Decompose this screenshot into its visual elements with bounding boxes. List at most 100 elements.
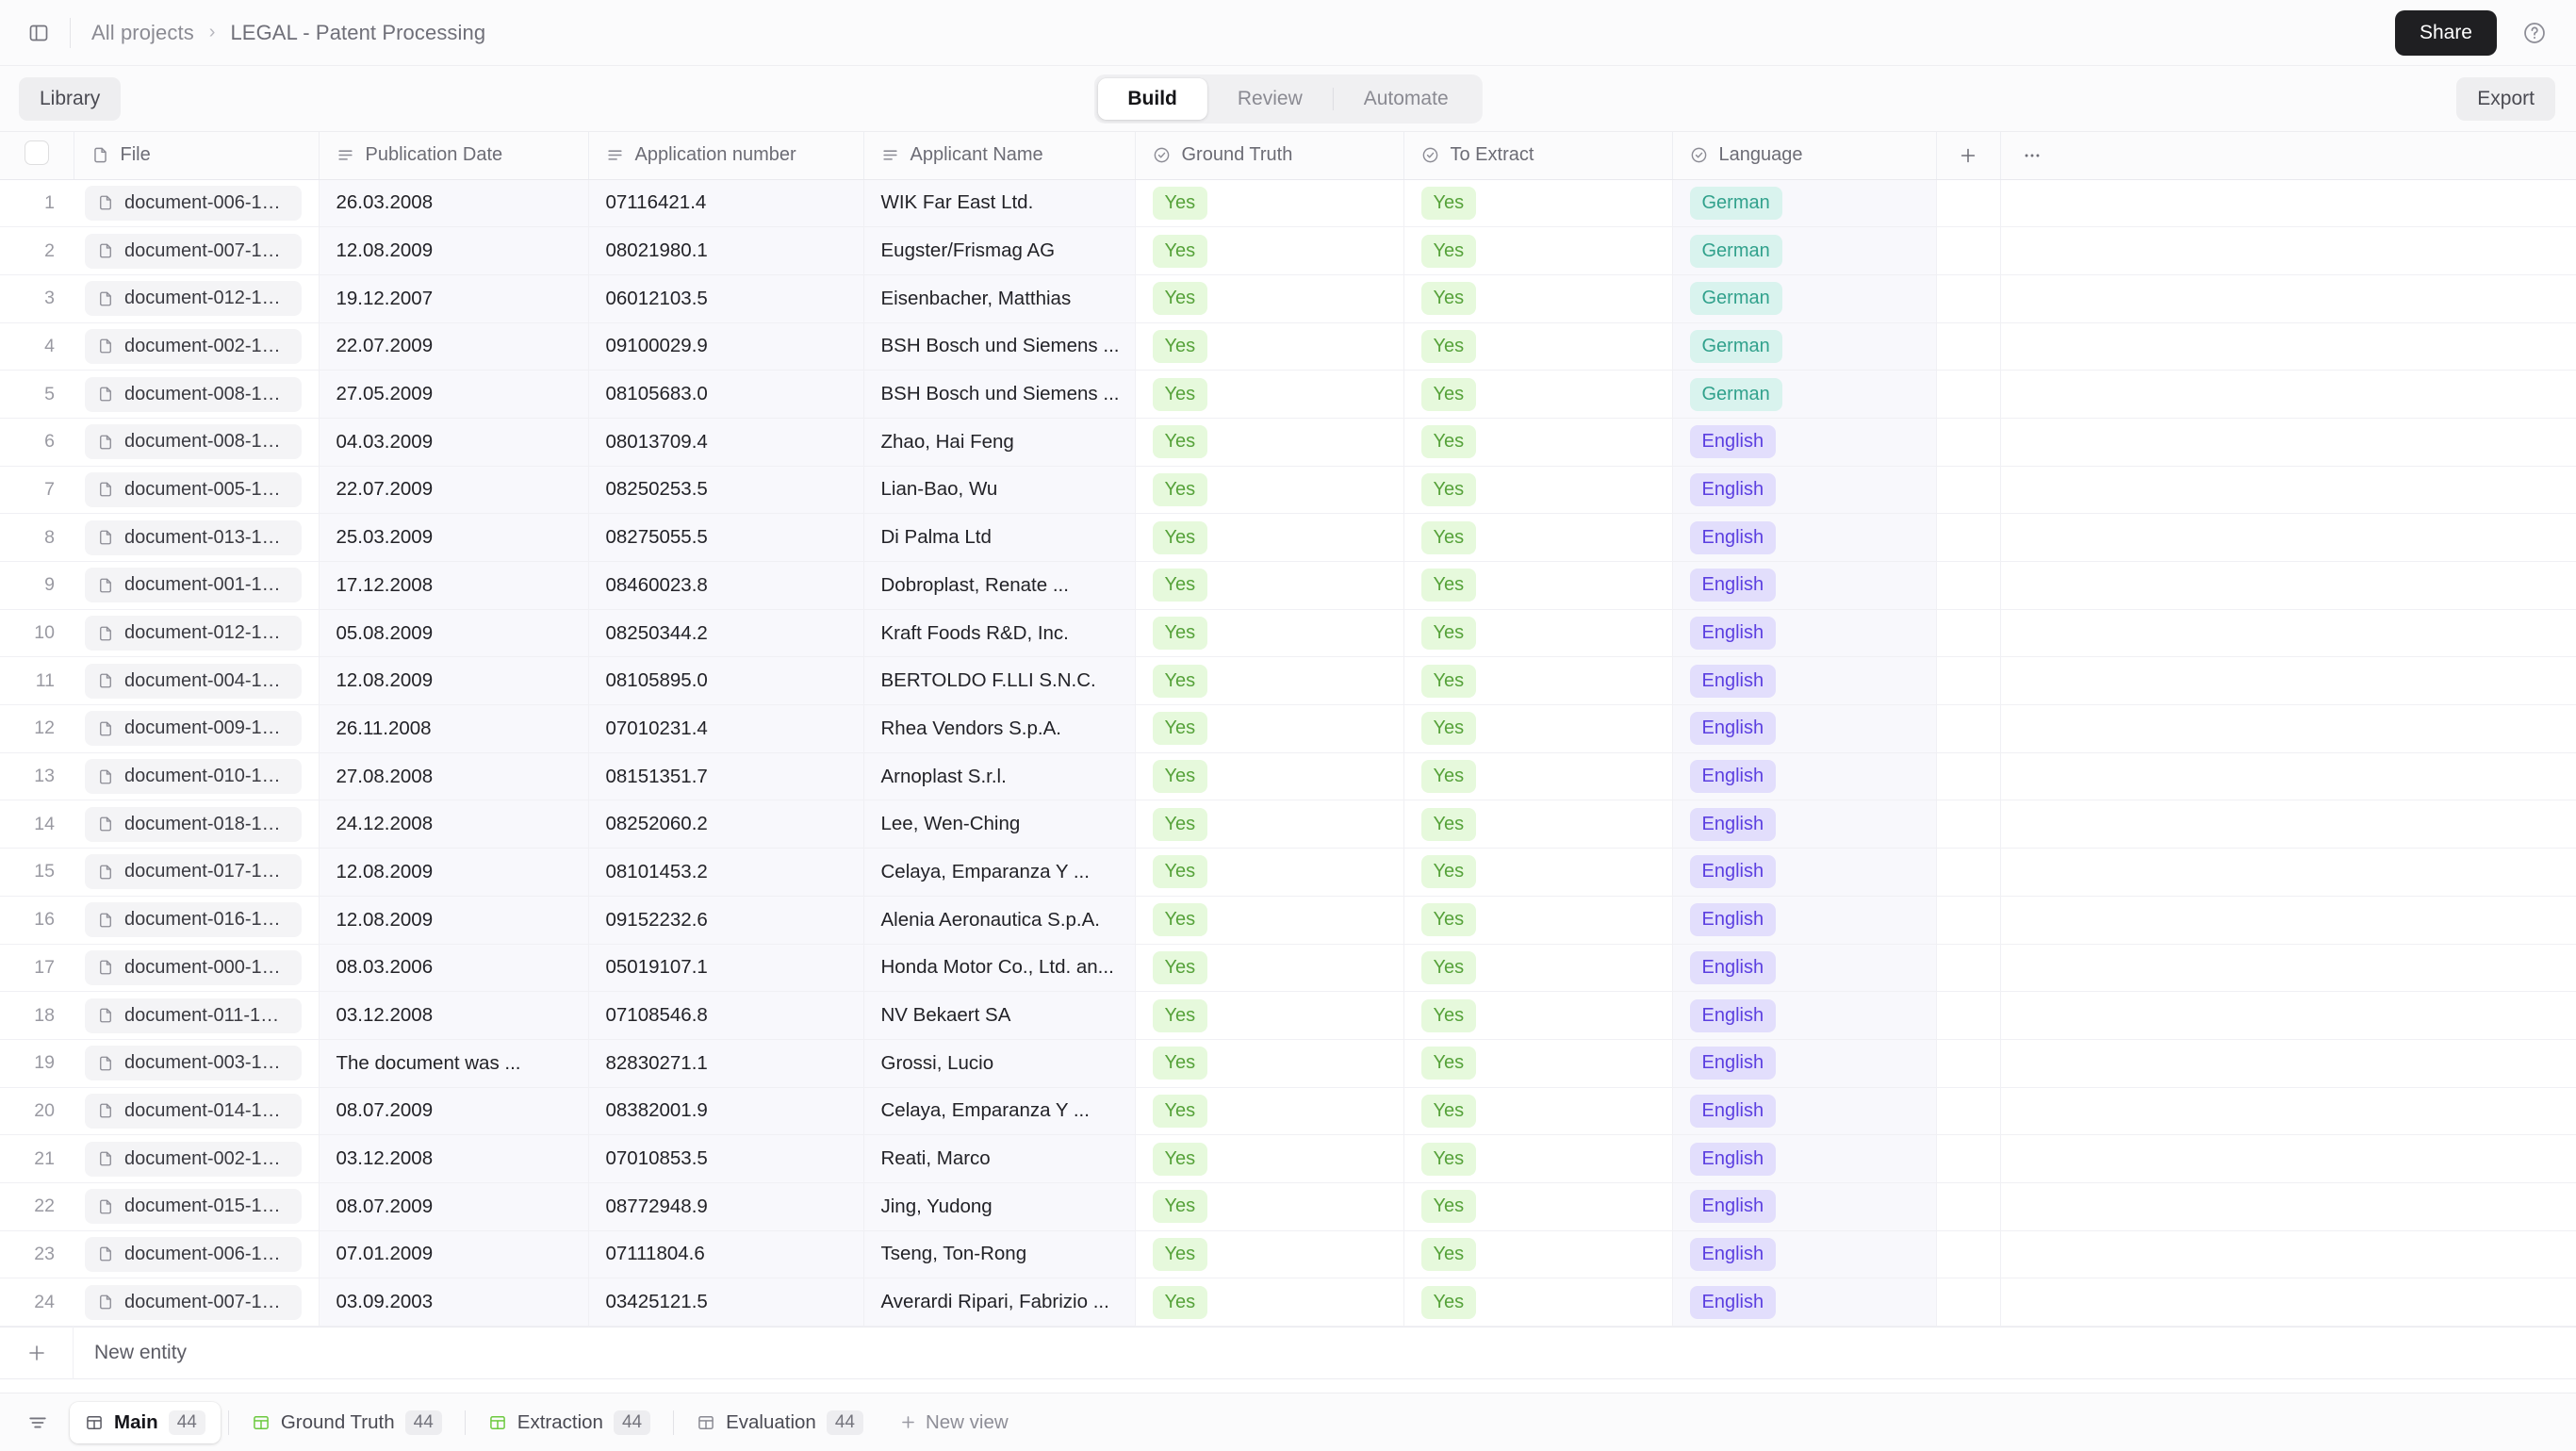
table-row[interactable]: 16 document-016-10212... 12.08.20090915223… (0, 896, 2576, 945)
cell-to-extract[interactable]: Yes (1403, 848, 1673, 897)
cell-language[interactable]: English (1672, 418, 1937, 467)
cell-application-number[interactable]: 08105895.0 (588, 656, 864, 706)
cell-to-extract[interactable]: Yes (1403, 179, 1673, 228)
cell-file[interactable]: document-008-10376... (74, 370, 320, 419)
cell-to-extract[interactable]: Yes (1403, 513, 1673, 562)
file-chip[interactable]: document-002-10321... (85, 328, 302, 364)
cell-language[interactable]: English (1672, 609, 1937, 658)
cell-ground-truth[interactable]: Yes (1135, 1278, 1404, 1327)
cell-to-extract[interactable]: Yes (1403, 466, 1673, 515)
cell-applicant-name[interactable]: Lian-Bao, Wu (863, 466, 1136, 515)
file-chip[interactable]: document-016-10212... (85, 902, 302, 938)
table-row[interactable]: 23 document-006-10116... 07.01.20090711180… (0, 1230, 2576, 1279)
file-chip[interactable]: document-008-10376... (85, 376, 302, 412)
cell-file[interactable]: document-007-10366... (74, 226, 320, 275)
add-column-button[interactable] (1936, 132, 2001, 180)
file-chip[interactable]: document-014-10194... (85, 1093, 302, 1129)
table-row[interactable]: 1 document-006-1035... 26.03.200807116421.… (0, 179, 2576, 228)
table-row[interactable]: 22 document-015-10202... 08.07.20090877294… (0, 1182, 2576, 1231)
cell-to-extract[interactable]: Yes (1403, 274, 1673, 323)
column-header-language[interactable]: Language (1672, 132, 1937, 180)
cell-to-extract[interactable]: Yes (1403, 226, 1673, 275)
cell-to-extract[interactable]: Yes (1403, 1230, 1673, 1279)
cell-to-extract[interactable]: Yes (1403, 1182, 1673, 1231)
column-header-publication-date[interactable]: Publication Date (319, 132, 589, 180)
table-row[interactable]: 14 document-018-10230... 24.12.20080825206… (0, 800, 2576, 849)
cell-file[interactable]: document-012-10163... (74, 609, 320, 658)
sidebar-toggle-button[interactable] (19, 13, 58, 53)
cell-application-number[interactable]: 05019107.1 (588, 944, 864, 993)
cell-file[interactable]: document-000-1006... (74, 944, 320, 993)
filter-button[interactable] (19, 1404, 57, 1442)
cell-application-number[interactable]: 08101453.2 (588, 848, 864, 897)
table-row[interactable]: 20 document-014-10194... 08.07.20090838200… (0, 1087, 2576, 1136)
file-chip[interactable]: document-013-10173... (85, 519, 302, 555)
cell-ground-truth[interactable]: Yes (1135, 226, 1404, 275)
cell-language[interactable]: English (1672, 1230, 1937, 1279)
cell-to-extract[interactable]: Yes (1403, 1039, 1673, 1088)
cell-file[interactable]: document-009-10138... (74, 704, 320, 753)
cell-language[interactable]: German (1672, 179, 1937, 228)
cell-applicant-name[interactable]: Eisenbacher, Matthias (863, 274, 1136, 323)
file-chip[interactable]: document-011-101573... (85, 998, 302, 1033)
cell-application-number[interactable]: 07010231.4 (588, 704, 864, 753)
file-chip[interactable]: document-001-10075... (85, 568, 302, 603)
cell-publication-date[interactable]: 19.12.2007 (319, 274, 589, 323)
cell-applicant-name[interactable]: Kraft Foods R&D, Inc. (863, 609, 1136, 658)
cell-applicant-name[interactable]: BSH Bosch und Siemens ... (863, 370, 1136, 419)
cell-publication-date[interactable]: 12.08.2009 (319, 226, 589, 275)
cell-application-number[interactable]: 07108546.8 (588, 991, 864, 1040)
cell-ground-truth[interactable]: Yes (1135, 656, 1404, 706)
column-header-ground-truth[interactable]: Ground Truth (1135, 132, 1404, 180)
cell-language[interactable]: German (1672, 322, 1937, 371)
file-chip[interactable]: document-008-10131... (85, 424, 302, 460)
cell-language[interactable]: English (1672, 800, 1937, 849)
cell-file[interactable]: document-013-10173... (74, 513, 320, 562)
view-tab-evaluation[interactable]: Evaluation 44 (681, 1402, 878, 1443)
view-tab-main[interactable]: Main 44 (70, 1401, 221, 1443)
cell-to-extract[interactable]: Yes (1403, 561, 1673, 610)
file-chip[interactable]: document-010-10147... (85, 759, 302, 795)
cell-ground-truth[interactable]: Yes (1135, 848, 1404, 897)
cell-application-number[interactable]: 08013709.4 (588, 418, 864, 467)
table-row[interactable]: 11 document-004-10100... 12.08.20090810589… (0, 656, 2576, 706)
cell-to-extract[interactable]: Yes (1403, 1278, 1673, 1327)
cell-to-extract[interactable]: Yes (1403, 1087, 1673, 1136)
cell-ground-truth[interactable]: Yes (1135, 274, 1404, 323)
cell-publication-date[interactable]: 05.08.2009 (319, 609, 589, 658)
file-chip[interactable]: document-012-10408... (85, 281, 302, 317)
cell-applicant-name[interactable]: Reati, Marco (863, 1134, 1136, 1183)
view-tab-ground-truth[interactable]: Ground Truth 44 (237, 1402, 457, 1443)
cell-applicant-name[interactable]: Averardi Ripari, Fabrizio ... (863, 1278, 1136, 1327)
tab-automate[interactable]: Automate (1334, 78, 1479, 120)
table-row[interactable]: 15 document-017-10222... 12.08.20090810145… (0, 848, 2576, 897)
cell-ground-truth[interactable]: Yes (1135, 944, 1404, 993)
column-header-application-number[interactable]: Application number (588, 132, 864, 180)
cell-to-extract[interactable]: Yes (1403, 944, 1673, 993)
cell-file[interactable]: document-004-10100... (74, 656, 320, 706)
cell-publication-date[interactable]: 03.12.2008 (319, 1134, 589, 1183)
cell-language[interactable]: English (1672, 1134, 1937, 1183)
cell-ground-truth[interactable]: Yes (1135, 704, 1404, 753)
cell-ground-truth[interactable]: Yes (1135, 1182, 1404, 1231)
cell-language[interactable]: German (1672, 226, 1937, 275)
cell-ground-truth[interactable]: Yes (1135, 1087, 1404, 1136)
cell-file[interactable]: document-003-1009... (74, 1039, 320, 1088)
cell-to-extract[interactable]: Yes (1403, 991, 1673, 1040)
cell-language[interactable]: English (1672, 561, 1937, 610)
file-chip[interactable]: document-006-10116... (85, 1236, 302, 1272)
cell-application-number[interactable]: 08460023.8 (588, 561, 864, 610)
cell-publication-date[interactable]: 08.07.2009 (319, 1182, 589, 1231)
cell-applicant-name[interactable]: Tseng, Ton-Rong (863, 1230, 1136, 1279)
cell-language[interactable]: English (1672, 1278, 1937, 1327)
cell-ground-truth[interactable]: Yes (1135, 179, 1404, 228)
file-chip[interactable]: document-017-10222... (85, 854, 302, 890)
cell-applicant-name[interactable]: NV Bekaert SA (863, 991, 1136, 1040)
cell-applicant-name[interactable]: Honda Motor Co., Ltd. an... (863, 944, 1136, 993)
cell-application-number[interactable]: 08105683.0 (588, 370, 864, 419)
cell-application-number[interactable]: 03425121.5 (588, 1278, 864, 1327)
table-row[interactable]: 9 document-001-10075... 17.12.200808460023… (0, 561, 2576, 610)
cell-application-number[interactable]: 07116421.4 (588, 179, 864, 228)
table-row[interactable]: 24 document-007-10122... 03.09.20030342512… (0, 1278, 2576, 1327)
cell-publication-date[interactable]: 22.07.2009 (319, 322, 589, 371)
